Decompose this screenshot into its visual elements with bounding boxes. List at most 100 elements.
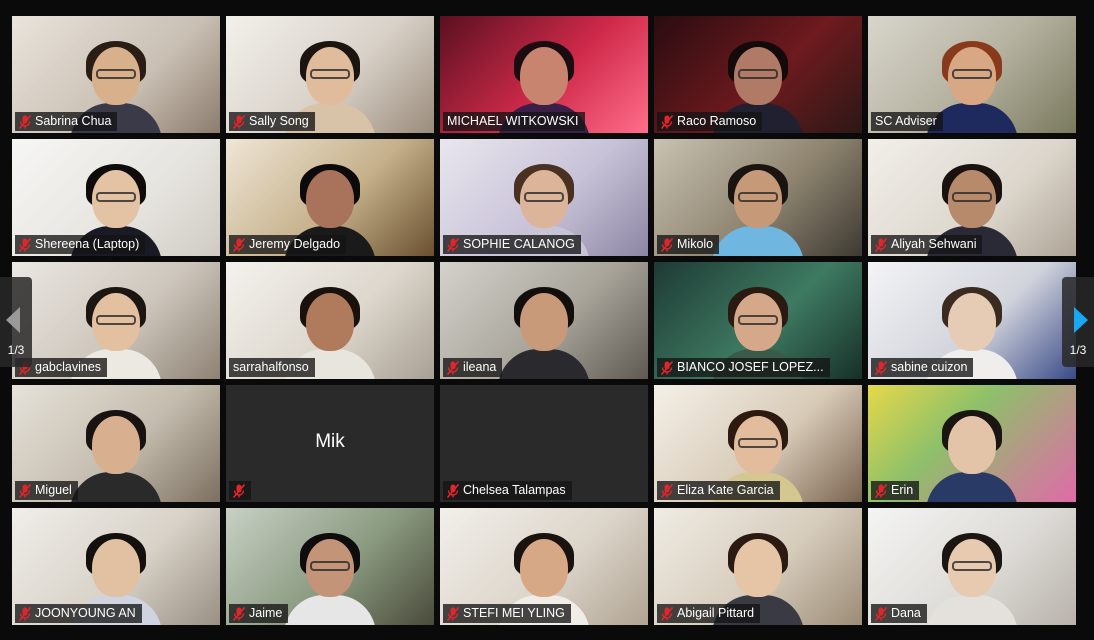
participant-avatar [496, 287, 592, 379]
video-off-display-name: Mik [315, 431, 345, 452]
previous-page-button[interactable]: 1/3 [0, 277, 32, 367]
muted-mic-icon [233, 483, 245, 498]
video-grid: Sabrina Chua Sally Song MICHAEL WITKOWSKI R… [12, 16, 1078, 628]
participant-name-tag: STEFI MEI YLING [443, 604, 571, 623]
participant-tile-michael-witkowski[interactable]: MICHAEL WITKOWSKI [440, 16, 648, 133]
participant-name-tag: Dana [871, 604, 927, 623]
muted-mic-icon [875, 237, 887, 252]
participant-tile-ileana[interactable]: ileana [440, 262, 648, 379]
participant-name-tag: Jaime [229, 604, 289, 623]
participant-name-tag: BIANCO JOSEF LOPEZ... [657, 358, 830, 377]
muted-mic-icon [19, 237, 31, 252]
participant-name: Sally Song [249, 114, 309, 128]
participant-avatar [924, 410, 1020, 502]
participant-tile-erin[interactable]: Erin [868, 385, 1076, 502]
participant-tile-eliza-kate-garcia[interactable]: Eliza Kate Garcia [654, 385, 862, 502]
muted-mic-icon [233, 606, 245, 621]
muted-mic-icon [19, 483, 31, 498]
participant-tile-mikolo[interactable]: Mikolo [654, 139, 862, 256]
participant-tile-abigail-pittard[interactable]: Abigail Pittard [654, 508, 862, 625]
participant-tile-sarrahalfonso[interactable]: sarrahalfonso [226, 262, 434, 379]
participant-name-tag: SC Adviser [871, 112, 943, 131]
participant-name: Aliyah Sehwani [891, 237, 977, 251]
muted-mic-icon [447, 360, 459, 375]
muted-mic-icon [19, 606, 31, 621]
participant-tile-sophie-calanog[interactable]: SOPHIE CALANOG [440, 139, 648, 256]
muted-mic-icon [233, 237, 245, 252]
participant-name: Shereena (Laptop) [35, 237, 140, 251]
participant-tile-dana[interactable]: Dana [868, 508, 1076, 625]
participant-name: Jeremy Delgado [249, 237, 341, 251]
gallery-view: Sabrina Chua Sally Song MICHAEL WITKOWSKI R… [0, 0, 1094, 640]
participant-tile-sc-adviser[interactable]: SC Adviser [868, 16, 1076, 133]
page-indicator-left: 1/3 [7, 343, 25, 357]
participant-name: SOPHIE CALANOG [463, 237, 575, 251]
participant-name: STEFI MEI YLING [463, 606, 565, 620]
participant-name: Mikolo [677, 237, 714, 251]
participant-tile-sabine-cuizon[interactable]: sabine cuizon [868, 262, 1076, 379]
participant-name-tag: Chelsea Talampas [443, 481, 572, 500]
participant-tile-jaime[interactable]: Jaime [226, 508, 434, 625]
participant-name: Erin [891, 483, 914, 497]
participant-name: Jaime [249, 606, 283, 620]
participant-name: sarrahalfonso [233, 360, 309, 374]
participant-tile-stefi-mei-yling[interactable]: STEFI MEI YLING [440, 508, 648, 625]
participant-tile-jeremy-delgado[interactable]: Jeremy Delgado [226, 139, 434, 256]
next-page-button[interactable]: 1/3 [1062, 277, 1094, 367]
participant-name: SC Adviser [875, 114, 937, 128]
participant-tile-shereena-laptop[interactable]: Shereena (Laptop) [12, 139, 220, 256]
participant-tile-gabclavines[interactable]: gabclavines [12, 262, 220, 379]
participant-name-tag: Jeremy Delgado [229, 235, 347, 254]
muted-mic-icon [661, 237, 673, 252]
participant-name-tag [229, 481, 251, 500]
participant-name: JOONYOUNG AN [35, 606, 136, 620]
muted-mic-icon [233, 114, 245, 129]
muted-mic-icon [447, 606, 459, 621]
muted-mic-icon [875, 483, 887, 498]
participant-name: Miguel [35, 483, 72, 497]
participant-avatar [68, 410, 164, 502]
participant-name-tag: Sally Song [229, 112, 315, 131]
participant-avatar [282, 533, 378, 625]
muted-mic-icon [661, 114, 673, 129]
participant-tile-mik[interactable]: Mik [226, 385, 434, 502]
participant-name: Raco Ramoso [677, 114, 757, 128]
participant-name: ileana [463, 360, 497, 374]
participant-tile-aliyah-sehwani[interactable]: Aliyah Sehwani [868, 139, 1076, 256]
participant-name: Sabrina Chua [35, 114, 112, 128]
participant-name-tag: Raco Ramoso [657, 112, 763, 131]
participant-name-tag: Aliyah Sehwani [871, 235, 983, 254]
muted-mic-icon [447, 483, 459, 498]
muted-mic-icon [661, 360, 673, 375]
participant-name: Abigail Pittard [677, 606, 755, 620]
muted-mic-icon [661, 606, 673, 621]
participant-tile-joonyoung-an[interactable]: JOONYOUNG AN [12, 508, 220, 625]
participant-name-tag: Sabrina Chua [15, 112, 118, 131]
participant-name-tag: Shereena (Laptop) [15, 235, 146, 254]
chevron-left-icon [6, 307, 20, 333]
participant-tile-miguel[interactable]: Miguel [12, 385, 220, 502]
chevron-right-icon [1074, 307, 1088, 333]
participant-avatar [710, 164, 806, 256]
participant-tile-bianco-josef-lopez[interactable]: BIANCO JOSEF LOPEZ... [654, 262, 862, 379]
participant-name: sabine cuizon [891, 360, 968, 374]
participant-name-tag: sarrahalfonso [229, 358, 315, 377]
participant-tile-chelsea-talampas[interactable]: Chelsea Talampas [440, 385, 648, 502]
participant-tile-raco-ramoso[interactable]: Raco Ramoso [654, 16, 862, 133]
participant-name-tag: Erin [871, 481, 920, 500]
page-indicator-right: 1/3 [1069, 343, 1087, 357]
muted-mic-icon [875, 360, 887, 375]
participant-name: MICHAEL WITKOWSKI [447, 114, 579, 128]
participant-tile-sally-song[interactable]: Sally Song [226, 16, 434, 133]
participant-name-tag: sabine cuizon [871, 358, 974, 377]
participant-name-tag: JOONYOUNG AN [15, 604, 142, 623]
participant-name: BIANCO JOSEF LOPEZ... [677, 360, 824, 374]
participant-name-tag: Miguel [15, 481, 78, 500]
participant-name-tag: Mikolo [657, 235, 720, 254]
participant-name-tag: Eliza Kate Garcia [657, 481, 780, 500]
participant-name-tag: MICHAEL WITKOWSKI [443, 112, 585, 131]
participant-name: Chelsea Talampas [463, 483, 566, 497]
participant-tile-sabrina-chua[interactable]: Sabrina Chua [12, 16, 220, 133]
participant-name-tag: Abigail Pittard [657, 604, 761, 623]
muted-mic-icon [447, 237, 459, 252]
